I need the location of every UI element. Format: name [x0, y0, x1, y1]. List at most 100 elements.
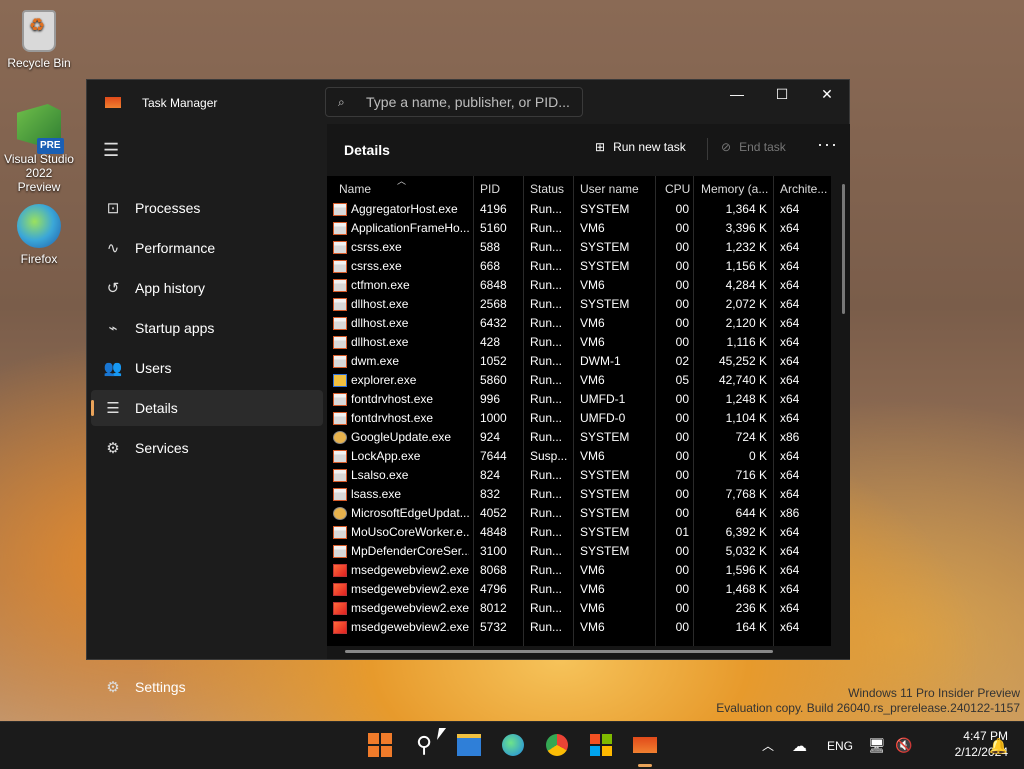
notifications-button[interactable]: 🔔 [989, 722, 1008, 769]
onedrive-button[interactable]: ☁ [792, 722, 807, 769]
watermark-build: Evaluation copy. Build 26040.rs_prerelea… [716, 701, 1020, 715]
table-row[interactable]: LockApp.exe 7644 Susp... VM6 00 0 K x64 [327, 447, 831, 466]
more-options-button[interactable]: ··· [817, 134, 838, 155]
sidebar-item-app-history[interactable]: ↺ App history [91, 270, 323, 306]
active-app-indicator [638, 764, 652, 767]
table-row[interactable]: csrss.exe 588 Run... SYSTEM 00 1,232 K x64 [327, 238, 831, 257]
search-box[interactable]: ⌕ [325, 87, 583, 117]
sidebar-item-processes[interactable]: ⊡ Processes [91, 190, 323, 226]
cell-arch: x64 [780, 221, 800, 235]
edge-icon [502, 734, 524, 756]
table-row[interactable]: msedgewebview2.exe 5732 Run... VM6 00 164 K x6… [327, 618, 831, 637]
sidebar-item-services[interactable]: ⚙ Services [91, 430, 323, 466]
table-row[interactable]: GoogleUpdate.exe 924 Run... SYSTEM 00 724 K x8… [327, 428, 831, 447]
start-button[interactable] [367, 732, 393, 758]
cell-pid: 6432 [480, 316, 507, 330]
table-row[interactable]: dwm.exe 1052 Run... DWM-1 02 45,252 K x64 [327, 352, 831, 371]
table-row[interactable]: fontdrvhost.exe 996 Run... UMFD-1 00 1,248 K x… [327, 390, 831, 409]
cell-pid: 5160 [480, 221, 507, 235]
column-header-architecture[interactable]: Archite... [780, 182, 827, 196]
table-row[interactable]: msedgewebview2.exe 8068 Run... VM6 00 1,596 K… [327, 561, 831, 580]
title-bar[interactable]: Task Manager ⌕ — ☐ ✕ [87, 80, 849, 124]
horizontal-scrollbar[interactable] [345, 650, 773, 653]
table-row[interactable]: ctfmon.exe 6848 Run... VM6 00 4,284 K x64 [327, 276, 831, 295]
minimize-button[interactable]: — [714, 80, 760, 110]
volume-button[interactable]: 🔇 [895, 722, 912, 769]
run-new-task-button[interactable]: ⊞ Run new task [595, 140, 686, 154]
table-row[interactable]: dllhost.exe 6432 Run... VM6 00 2,120 K x64 [327, 314, 831, 333]
cell-status: Run... [530, 506, 563, 520]
desktop-icon-visual-studio[interactable]: PRE Visual Studio 2022 Preview [1, 104, 77, 194]
sidebar-item-startup-apps[interactable]: ⌁ Startup apps [91, 310, 323, 346]
table-row[interactable]: MoUsoCoreWorker.e... 4848 Run... SYSTEM 01 6,… [327, 523, 831, 542]
table-row[interactable]: Lsalso.exe 824 Run... SYSTEM 00 716 K x64 [327, 466, 831, 485]
cell-user: SYSTEM [580, 297, 630, 311]
maximize-button[interactable]: ☐ [759, 80, 805, 110]
cell-pid: 7644 [480, 449, 507, 463]
cell-arch: x86 [780, 430, 800, 444]
column-header-user-name[interactable]: User name [580, 182, 639, 196]
cell-pid: 4052 [480, 506, 507, 520]
sidebar-item-settings[interactable]: ⚙ Settings [91, 672, 185, 702]
edge-button[interactable] [500, 732, 526, 758]
cell-status: Run... [530, 259, 563, 273]
column-header-pid[interactable]: PID [480, 182, 500, 196]
search-icon: ⚲ [415, 732, 433, 757]
hamburger-menu-icon[interactable]: ☰ [103, 140, 119, 161]
desktop-icon-firefox[interactable]: Firefox [1, 204, 77, 266]
performance-icon: ∿ [106, 240, 120, 257]
process-icon [333, 564, 347, 577]
table-row[interactable]: MpDefenderCoreSer... 3100 Run... SYSTEM 00 5,… [327, 542, 831, 561]
column-header-memory[interactable]: Memory (a... [701, 182, 768, 196]
language-indicator[interactable]: ENG [827, 722, 853, 769]
cell-status: Run... [530, 620, 563, 634]
table-row[interactable]: AggregatorHost.exe 4196 Run... SYSTEM 00 1,36… [327, 200, 831, 219]
column-header-status[interactable]: Status [530, 182, 564, 196]
table-row[interactable]: msedgewebview2.exe 8012 Run... VM6 00 236 K x6… [327, 599, 831, 618]
table-row[interactable]: dllhost.exe 428 Run... VM6 00 1,116 K x64 [327, 333, 831, 352]
sidebar-item-users[interactable]: 👥 Users [91, 350, 323, 386]
cell-arch: x64 [780, 335, 800, 349]
search-button[interactable]: ⚲ [411, 732, 437, 758]
page-title: Details [344, 142, 390, 158]
sidebar-item-performance[interactable]: ∿ Performance [91, 230, 323, 266]
cell-cpu: 00 [675, 601, 689, 615]
show-hidden-icons-button[interactable]: ︿ [762, 722, 774, 769]
cell-user: SYSTEM [580, 202, 630, 216]
processes-icon: ⊡ [106, 200, 120, 217]
search-input[interactable] [366, 88, 576, 116]
sidebar-item-label: Startup apps [135, 320, 215, 336]
table-row[interactable]: explorer.exe 5860 Run... VM6 05 42,740 K x64 [327, 371, 831, 390]
close-button[interactable]: ✕ [804, 80, 850, 110]
table-row[interactable]: fontdrvhost.exe 1000 Run... UMFD-0 00 1,104 K… [327, 409, 831, 428]
chevron-up-icon: ︿ [762, 739, 775, 753]
process-icon [333, 583, 347, 596]
cell-pid: 4196 [480, 202, 507, 216]
desktop-icon-recycle-bin[interactable]: Recycle Bin [1, 10, 77, 70]
cell-status: Run... [530, 335, 563, 349]
table-row[interactable]: ApplicationFrameHo... 5160 Run... VM6 00 3,39… [327, 219, 831, 238]
table-row[interactable]: csrss.exe 668 Run... SYSTEM 00 1,156 K x64 [327, 257, 831, 276]
windows-logo-icon [368, 733, 392, 757]
toolbar-divider [707, 138, 708, 160]
chrome-icon [546, 734, 568, 756]
network-button[interactable]: 🖥 [868, 722, 886, 769]
settings-gear-icon: ⚙ [106, 679, 120, 696]
table-row[interactable]: msedgewebview2.exe 4796 Run... VM6 00 1,468 K… [327, 580, 831, 599]
table-row[interactable]: MicrosoftEdgeUpdat... 4052 Run... SYSTEM 00 6… [327, 504, 831, 523]
file-explorer-button[interactable] [456, 732, 482, 758]
table-row[interactable]: lsass.exe 832 Run... SYSTEM 00 7,768 K x64 [327, 485, 831, 504]
vertical-scrollbar[interactable] [842, 184, 845, 314]
chrome-button[interactable] [544, 732, 570, 758]
cell-pid: 1000 [480, 411, 507, 425]
task-manager-taskbar-button[interactable] [632, 732, 658, 758]
cell-user: SYSTEM [580, 468, 630, 482]
end-task-button[interactable]: ⊘ End task [721, 140, 786, 154]
store-button[interactable] [588, 732, 614, 758]
column-header-cpu[interactable]: CPU [665, 182, 690, 196]
cell-cpu: 00 [675, 240, 689, 254]
cell-status: Run... [530, 411, 563, 425]
column-header-name[interactable]: Name [339, 182, 371, 196]
sidebar-item-details[interactable]: ☰ Details [91, 390, 323, 426]
table-row[interactable]: dllhost.exe 2568 Run... SYSTEM 00 2,072 K x64 [327, 295, 831, 314]
